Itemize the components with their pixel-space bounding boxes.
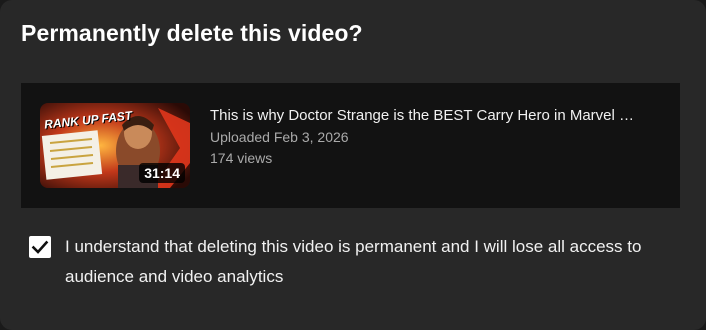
video-upload-date: Uploaded Feb 3, 2026	[210, 129, 349, 145]
video-card: RANK UP FAST 31:14 This is why Doctor St…	[21, 83, 680, 208]
video-title: This is why Doctor Strange is the BEST C…	[210, 107, 635, 124]
video-view-count: 174 views	[210, 150, 273, 166]
acknowledge-checkbox[interactable]	[29, 236, 51, 258]
delete-video-dialog: Permanently delete this video? RANK UP F…	[0, 0, 706, 330]
video-duration: 31:14	[139, 163, 185, 183]
dialog-title: Permanently delete this video?	[21, 20, 363, 46]
acknowledgement-label[interactable]: I understand that deleting this video is…	[65, 232, 645, 292]
video-thumbnail: RANK UP FAST 31:14	[40, 103, 190, 188]
checkmark-icon	[31, 240, 49, 254]
